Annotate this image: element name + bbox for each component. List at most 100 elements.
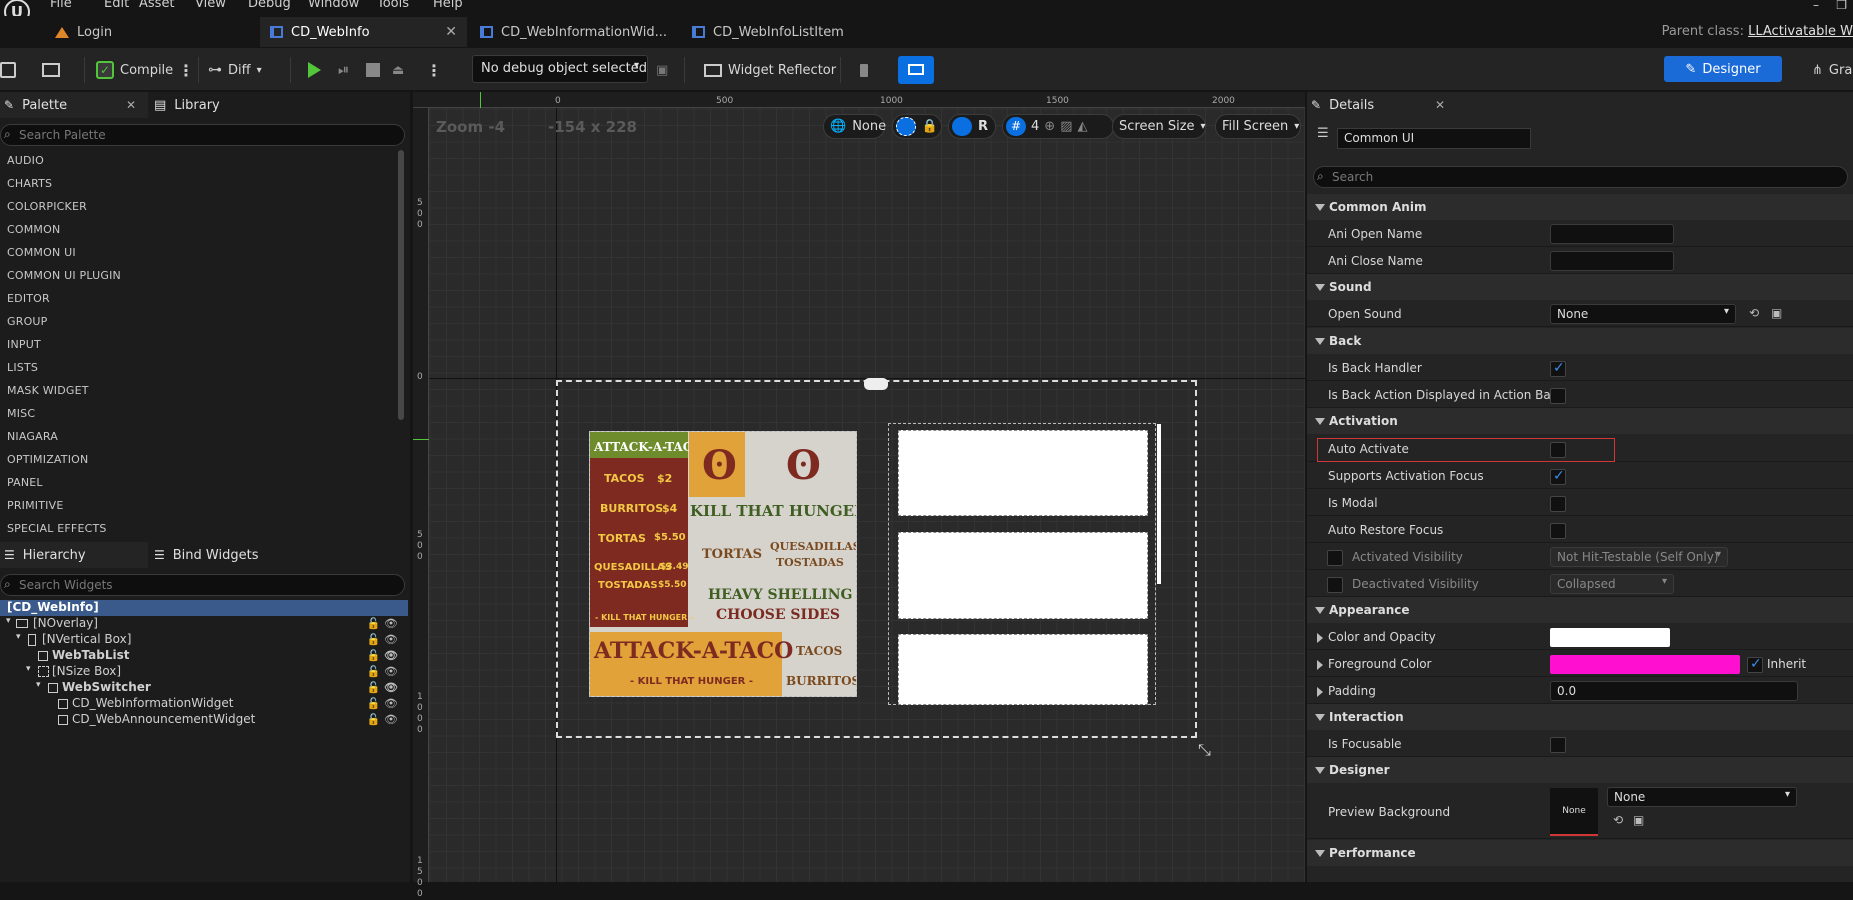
grid-snap-group[interactable]: #4 ⊕ ▨ ◭ (1002, 114, 1114, 139)
section-designer[interactable]: Designer (1307, 757, 1853, 783)
menu-file[interactable]: File (50, 0, 72, 11)
list-item-card[interactable] (898, 430, 1148, 516)
section-appearance[interactable]: Appearance (1307, 597, 1853, 623)
activated-visibility-override-checkbox[interactable] (1327, 550, 1343, 566)
visibility-icon[interactable]: 🔓 👁 (367, 617, 398, 630)
play-options-button[interactable]: ⋮ (426, 55, 442, 85)
foreground-color-swatch[interactable] (1550, 655, 1740, 674)
phone-preview-button[interactable] (860, 55, 868, 85)
palette-category[interactable]: INPUT (7, 338, 41, 351)
minimize-icon[interactable]: – (1813, 0, 1819, 12)
stop-button[interactable] (366, 55, 380, 85)
preview-background-thumbnail[interactable]: None (1550, 788, 1598, 836)
save-button[interactable] (0, 55, 16, 85)
visibility-icon[interactable]: 🔓 👁 (367, 697, 398, 710)
menu-debug[interactable]: Debug (248, 0, 291, 11)
hierarchy-row[interactable]: ▾ [NOverlay] 🔓 👁 (0, 616, 408, 632)
ani-open-name-input[interactable] (1550, 224, 1674, 244)
palette-category[interactable]: COMMON UI PLUGIN (7, 269, 121, 282)
tab-cd-webinfolistitem[interactable]: CD_WebInfoListItem (682, 17, 882, 47)
widget-search-input[interactable]: ⌕ Search Widgets (0, 574, 405, 596)
visibility-icon[interactable]: 🔓 👁 (367, 649, 399, 662)
fill-screen-dropdown[interactable]: Fill Screen ▾ (1215, 114, 1301, 139)
parent-class-link[interactable]: LLActivatable W (1748, 24, 1853, 39)
expand-arrow-icon[interactable] (1317, 660, 1323, 670)
debug-object-select[interactable]: No debug object selected ▾ (472, 55, 648, 83)
menu-window[interactable]: Window (308, 0, 359, 11)
graph-mode-button[interactable]: ⋔ Gra (1812, 55, 1852, 85)
localization-preview-button[interactable]: 🌐 None (823, 114, 886, 139)
tab-login[interactable]: Login (45, 17, 260, 47)
menu-asset[interactable]: Asset (139, 0, 175, 11)
palette-category[interactable]: MASK WIDGET (7, 384, 89, 397)
palette-category[interactable]: SPECIAL EFFECTS (7, 522, 107, 535)
menu-view[interactable]: View (195, 0, 226, 11)
supports-activation-focus-checkbox[interactable] (1550, 468, 1566, 485)
palette-category[interactable]: COMMON (7, 223, 60, 236)
visibility-icon[interactable]: 🔓 👁 (367, 665, 398, 678)
section-performance[interactable]: Performance (1307, 840, 1853, 866)
is-back-handler-checkbox[interactable] (1550, 360, 1566, 377)
palette-search-input[interactable]: ⌕ Search Palette (0, 124, 405, 146)
details-search-input[interactable]: ⌕ Search (1313, 166, 1848, 188)
step-button[interactable]: ⏯ (338, 55, 349, 85)
palette-category[interactable]: LISTS (7, 361, 38, 374)
is-focusable-checkbox[interactable] (1550, 737, 1566, 753)
compile-options-button[interactable]: ⋮ (178, 55, 194, 85)
tab-palette[interactable]: ✎ Palette ✕ (0, 92, 148, 118)
visibility-icon[interactable]: 🔓 👁 (367, 633, 398, 646)
section-back[interactable]: Back (1307, 328, 1853, 354)
tab-details[interactable]: ✎ Details ✕ (1307, 92, 1457, 118)
palette-category[interactable]: EDITOR (7, 292, 50, 305)
section-common-anim[interactable]: Common Anim (1307, 194, 1853, 220)
palette-scrollbar[interactable] (398, 150, 404, 420)
close-tab-icon[interactable]: ✕ (126, 98, 136, 112)
deactivated-visibility-override-checkbox[interactable] (1327, 577, 1343, 593)
flip-icon[interactable]: ◭ (1077, 119, 1087, 134)
is-back-action-checkbox[interactable] (1550, 388, 1566, 404)
anchor-handle[interactable] (864, 378, 888, 390)
inherit-checkbox[interactable] (1747, 656, 1763, 673)
auto-restore-focus-checkbox[interactable] (1550, 523, 1566, 539)
palette-category[interactable]: OPTIMIZATION (7, 453, 88, 466)
hierarchy-row[interactable]: ▾ WebSwitcher 🔓 👁 (0, 680, 408, 696)
open-sound-dropdown[interactable]: None ▾ (1550, 304, 1736, 324)
palette-category[interactable]: AUDIO (7, 154, 44, 167)
color-opacity-swatch[interactable] (1550, 628, 1670, 647)
palette-category[interactable]: PRIMITIVE (7, 499, 64, 512)
visibility-icon[interactable]: 🔓 👁 (367, 713, 398, 726)
menu-help[interactable]: Help (433, 0, 463, 11)
expand-arrow-icon[interactable] (1317, 687, 1323, 697)
snap-icon[interactable]: ⊕ (1044, 119, 1055, 134)
debug-browse-button[interactable]: ▣ (656, 55, 668, 85)
palette-category[interactable]: NIAGARA (7, 430, 58, 443)
palette-category[interactable]: MISC (7, 407, 35, 420)
hierarchy-row[interactable]: CD_WebAnnouncementWidget 🔓 👁 (0, 712, 408, 728)
menu-tools[interactable]: Tools (377, 0, 409, 11)
designer-mode-button[interactable]: ✎ Designer (1664, 56, 1782, 82)
palette-category[interactable]: CHARTS (7, 177, 52, 190)
activated-visibility-dropdown[interactable]: Not Hit-Testable (Self Only) ▾ (1550, 547, 1728, 567)
browse-folder-icon[interactable]: ▣ (1633, 813, 1644, 827)
palette-category[interactable]: COLORPICKER (7, 200, 87, 213)
hierarchy-row[interactable]: WebTabList 🔓 👁 (0, 648, 408, 664)
deactivated-visibility-dropdown[interactable]: Collapsed ▾ (1550, 574, 1674, 594)
tab-library[interactable]: ▤ Library (150, 92, 400, 118)
section-activation[interactable]: Activation (1307, 408, 1853, 434)
palette-category[interactable]: PANEL (7, 476, 43, 489)
compile-button[interactable]: ✓ Compile (96, 55, 173, 85)
widget-reflector-button[interactable]: Widget Reflector (704, 55, 836, 85)
ani-close-name-input[interactable] (1550, 251, 1674, 271)
list-item-card[interactable] (898, 532, 1148, 619)
close-tab-icon[interactable]: ✕ (445, 24, 457, 40)
hierarchy-row[interactable]: ▾ [NSize Box] 🔓 👁 (0, 664, 408, 680)
padding-input[interactable]: 0.0 (1550, 681, 1798, 701)
hierarchy-row[interactable]: ▾ [NVertical Box] 🔓 👁 (0, 632, 408, 648)
visibility-icon[interactable]: 🔓 👁 (367, 681, 399, 694)
tab-cd-webinfo[interactable]: CD_WebInfo ✕ (260, 17, 467, 47)
browse-folder-icon[interactable]: ▣ (1771, 306, 1782, 320)
resize-handle-icon[interactable]: ⤡ (1198, 740, 1211, 760)
close-tab-icon[interactable]: ✕ (1435, 98, 1445, 112)
expand-arrow-icon[interactable] (1317, 633, 1323, 643)
list-scrollbar[interactable] (1157, 424, 1161, 584)
